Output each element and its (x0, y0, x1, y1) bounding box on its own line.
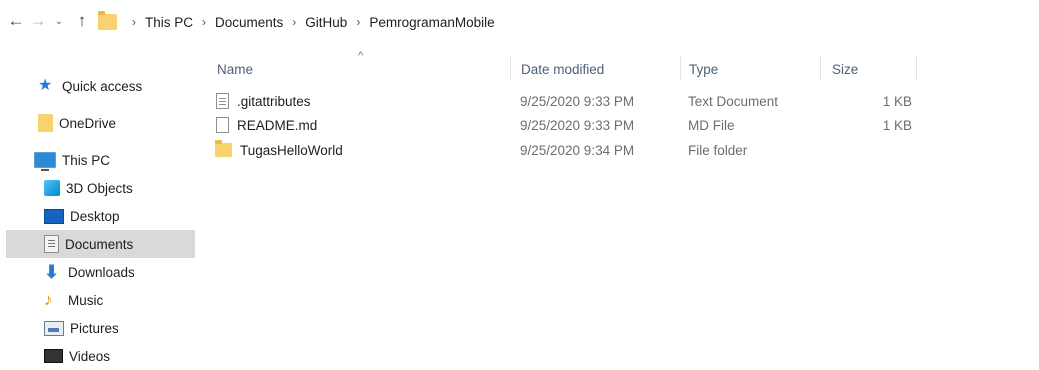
file-type: MD File (688, 117, 735, 133)
sidebar-item-label: OneDrive (59, 115, 117, 131)
download-arrow-icon: ⬇ (44, 262, 60, 282)
column-divider[interactable] (680, 56, 681, 80)
breadcrumb-documents[interactable]: Documents (215, 15, 283, 30)
sidebar-item-documents[interactable]: Documents (6, 230, 195, 258)
breadcrumb-pemrogramanmobile[interactable]: PemrogramanMobile (369, 15, 494, 30)
sidebar-item-label: Videos (69, 348, 111, 364)
file-icon (216, 117, 229, 133)
file-size (832, 137, 912, 163)
sidebar-item-this-pc[interactable]: This PC (34, 146, 224, 174)
address-bar[interactable]: › This PC › Documents › GitHub › Pemrogr… (96, 8, 1034, 36)
breadcrumb-separator: › (356, 15, 361, 29)
cube-icon (44, 180, 60, 196)
documents-icon (44, 235, 59, 253)
forward-arrow-icon[interactable]: → (28, 10, 48, 32)
sidebar-item-videos[interactable]: Videos (44, 342, 234, 370)
file-size: 1 KB (882, 93, 912, 109)
file-name-cell: README.md (216, 112, 317, 138)
videos-icon (44, 349, 63, 363)
sidebar-item-label: Downloads (68, 264, 135, 280)
navigation-bar: ← → ⌄ ↑ › This PC › Documents › GitHub ›… (0, 0, 1039, 44)
sidebar-item-label: Documents (65, 236, 134, 252)
sidebar-item-onedrive[interactable]: OneDrive (38, 109, 228, 137)
sidebar-item-label: Music (68, 292, 104, 308)
file-date: 9/25/2020 9:33 PM (520, 117, 635, 133)
sidebar-item-desktop[interactable]: Desktop (44, 202, 234, 230)
file-row[interactable]: TugasHelloWorld 9/25/2020 9:34 PM File f… (212, 137, 932, 163)
sidebar-item-label: 3D Objects (66, 180, 133, 196)
computer-icon (34, 152, 56, 171)
breadcrumb-github[interactable]: GitHub (305, 15, 347, 30)
column-header-size[interactable]: Size (832, 58, 858, 80)
breadcrumb-separator: › (202, 15, 207, 29)
column-header-type[interactable]: Type (689, 58, 718, 80)
column-divider[interactable] (820, 56, 821, 80)
folder-icon (215, 140, 232, 157)
column-divider[interactable] (916, 56, 917, 80)
file-row[interactable]: README.md 9/25/2020 9:33 PM MD File 1 KB (212, 112, 932, 138)
folder-icon (98, 11, 117, 30)
sidebar-item-quick-access[interactable]: ★ Quick access (38, 72, 228, 100)
sort-ascending-icon: ^ (358, 50, 364, 62)
sidebar-item-label: Pictures (70, 320, 119, 336)
file-name-cell: .gitattributes (216, 88, 311, 114)
sidebar-item-music[interactable]: ♪ Music (44, 286, 234, 314)
sidebar-item-3d-objects[interactable]: 3D Objects (44, 174, 234, 202)
column-header-date-modified[interactable]: Date modified (521, 58, 604, 80)
file-name: .gitattributes (237, 93, 311, 109)
back-arrow-icon[interactable]: ← (6, 10, 26, 32)
file-type: File folder (688, 142, 748, 158)
file-name: TugasHelloWorld (240, 142, 343, 158)
up-arrow-icon[interactable]: ↑ (72, 10, 92, 32)
sidebar-item-downloads[interactable]: ⬇ Downloads (44, 258, 234, 286)
column-divider[interactable] (510, 56, 511, 80)
breadcrumb-this-pc[interactable]: This PC (145, 15, 193, 30)
file-date: 9/25/2020 9:33 PM (520, 93, 635, 109)
sidebar-item-label: Desktop (70, 208, 120, 224)
sidebar-item-label: This PC (62, 152, 111, 168)
music-note-icon: ♪ (44, 290, 53, 309)
navigation-pane: ★ Quick access OneDrive This PC 3D Objec… (0, 62, 195, 364)
breadcrumb-separator: › (292, 15, 297, 29)
breadcrumb-separator: › (132, 15, 136, 29)
file-name: README.md (237, 117, 318, 133)
pictures-icon (44, 320, 64, 336)
file-type: Text Document (688, 93, 779, 109)
onedrive-folder-icon (38, 114, 53, 132)
sidebar-item-label: Quick access (62, 78, 143, 94)
file-size: 1 KB (882, 117, 912, 133)
file-row[interactable]: .gitattributes 9/25/2020 9:33 PM Text Do… (212, 88, 932, 114)
column-header-name[interactable]: Name (217, 58, 253, 80)
text-file-icon (216, 93, 229, 109)
sidebar-item-pictures[interactable]: Pictures (44, 314, 234, 342)
file-date: 9/25/2020 9:34 PM (520, 142, 635, 158)
star-icon: ★ (38, 77, 53, 94)
recent-locations-chevron-icon[interactable]: ⌄ (52, 10, 66, 32)
desktop-icon (44, 208, 64, 224)
file-name-cell: TugasHelloWorld (215, 137, 343, 163)
